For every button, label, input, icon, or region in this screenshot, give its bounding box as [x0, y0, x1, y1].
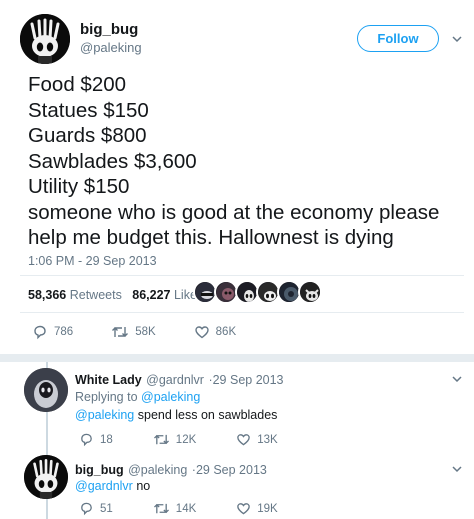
reply-text: @gardnlvr no	[75, 479, 150, 493]
reply-count: 786	[54, 326, 74, 338]
reply-mention[interactable]: @gardnlvr	[75, 479, 133, 493]
reply-count: 18	[100, 433, 113, 446]
retweets-stat[interactable]: 58,366 Retweets	[28, 288, 122, 302]
reply-date[interactable]: ·29 Sep 2013	[208, 373, 283, 387]
chevron-down-icon[interactable]	[451, 373, 463, 385]
retweet-icon	[153, 503, 169, 514]
like-action[interactable]: 86K	[194, 324, 236, 340]
reply-action[interactable]: 786	[32, 324, 73, 340]
reply-icon	[34, 325, 46, 340]
replying-to: Replying to @paleking	[75, 390, 200, 404]
like-action[interactable]: 13K	[236, 432, 278, 447]
reply-header: big_bug @paleking ·29 Sep 2013	[75, 461, 267, 479]
reply-count: 51	[100, 502, 113, 515]
author-handle[interactable]: @paleking	[80, 40, 142, 55]
like-action[interactable]: 19K	[236, 501, 278, 516]
author-display-name[interactable]: big_bug	[80, 21, 138, 38]
reply-author-avatar[interactable]	[24, 368, 68, 412]
tweet-line: Food $200	[28, 73, 127, 96]
reply-body: no	[132, 479, 151, 493]
like-count: 19K	[257, 502, 278, 515]
retweet-action[interactable]: 12K	[153, 432, 196, 447]
reply-icon	[81, 502, 92, 516]
reply-date[interactable]: ·29 Sep 2013	[192, 463, 267, 477]
retweet-count: 58K	[135, 326, 156, 338]
reply-body: spend less on sawblades	[134, 408, 278, 422]
retweet-action[interactable]: 14K	[153, 501, 196, 516]
retweet-icon	[112, 327, 129, 337]
like-count: 86K	[215, 326, 237, 338]
reply-actions: 51 14K 19K	[79, 501, 278, 516]
reply-mention[interactable]: @paleking	[75, 408, 134, 422]
retweets-label: Retweets	[69, 288, 122, 302]
tweet-actions: 786 58K 86K	[32, 324, 236, 340]
chevron-down-icon[interactable]	[451, 33, 463, 45]
tweet-line: someone who is good at the economy pleas…	[28, 200, 440, 224]
heart-icon	[194, 326, 209, 339]
heart-icon	[237, 434, 251, 446]
pale-king-avatar-art	[24, 455, 68, 499]
heart-icon	[237, 503, 251, 515]
likes-count: 86,227	[132, 288, 171, 302]
white-lady-avatar-art	[24, 368, 68, 412]
tweet-timestamp[interactable]: 1:06 PM - 29 Sep 2013	[28, 254, 157, 268]
thread-line	[46, 499, 48, 519]
retweet-count: 12K	[175, 433, 197, 446]
author-avatar[interactable]	[20, 14, 70, 64]
reply-header: White Lady @gardnlvr ·29 Sep 2013	[75, 371, 284, 389]
retweet-count: 14K	[175, 502, 197, 515]
liker-avatar[interactable]	[298, 280, 322, 304]
tweet-line: Guards $800	[28, 124, 147, 147]
retweet-icon	[153, 434, 169, 445]
chevron-down-icon[interactable]	[451, 463, 463, 475]
tweet-line: Statues $150	[28, 98, 149, 122]
reply-actions: 18 12K 13K	[79, 432, 278, 447]
reply-text: @paleking spend less on sawblades	[75, 408, 277, 422]
divider	[20, 312, 464, 313]
reply-action[interactable]: 51	[79, 501, 113, 516]
section-divider	[0, 354, 474, 362]
pale-king-avatar-art	[20, 14, 70, 64]
retweets-count: 58,366	[28, 288, 67, 302]
reply-handle[interactable]: @paleking	[128, 463, 187, 477]
liker-avatars	[193, 280, 322, 306]
thread-line	[46, 412, 48, 455]
tweet-stats: 58,366 Retweets 86,227 Likes	[28, 288, 203, 302]
like-count: 13K	[257, 433, 278, 446]
reply-icon	[81, 433, 92, 447]
follow-button[interactable]: Follow	[357, 25, 439, 52]
reply-author-avatar[interactable]	[24, 455, 68, 499]
replying-to-prefix: Replying to	[75, 390, 138, 404]
reply-action[interactable]: 18	[79, 432, 113, 447]
replying-to-handle[interactable]: @paleking	[141, 390, 200, 404]
tweet-line: help me budget this. Hallownest is dying	[28, 226, 394, 249]
tweet-line: Utility $150	[28, 175, 130, 198]
divider	[20, 275, 464, 276]
tweet-text: Food $200 Statues $150 Guards $800 Sawbl…	[28, 72, 468, 251]
retweet-action[interactable]: 58K	[111, 324, 156, 340]
reply-handle[interactable]: @gardnlvr	[146, 373, 204, 387]
tweet-line: Sawblades $3,600	[28, 149, 197, 173]
reply-display-name[interactable]: White Lady	[75, 373, 142, 387]
reply-display-name[interactable]: big_bug	[75, 463, 124, 477]
